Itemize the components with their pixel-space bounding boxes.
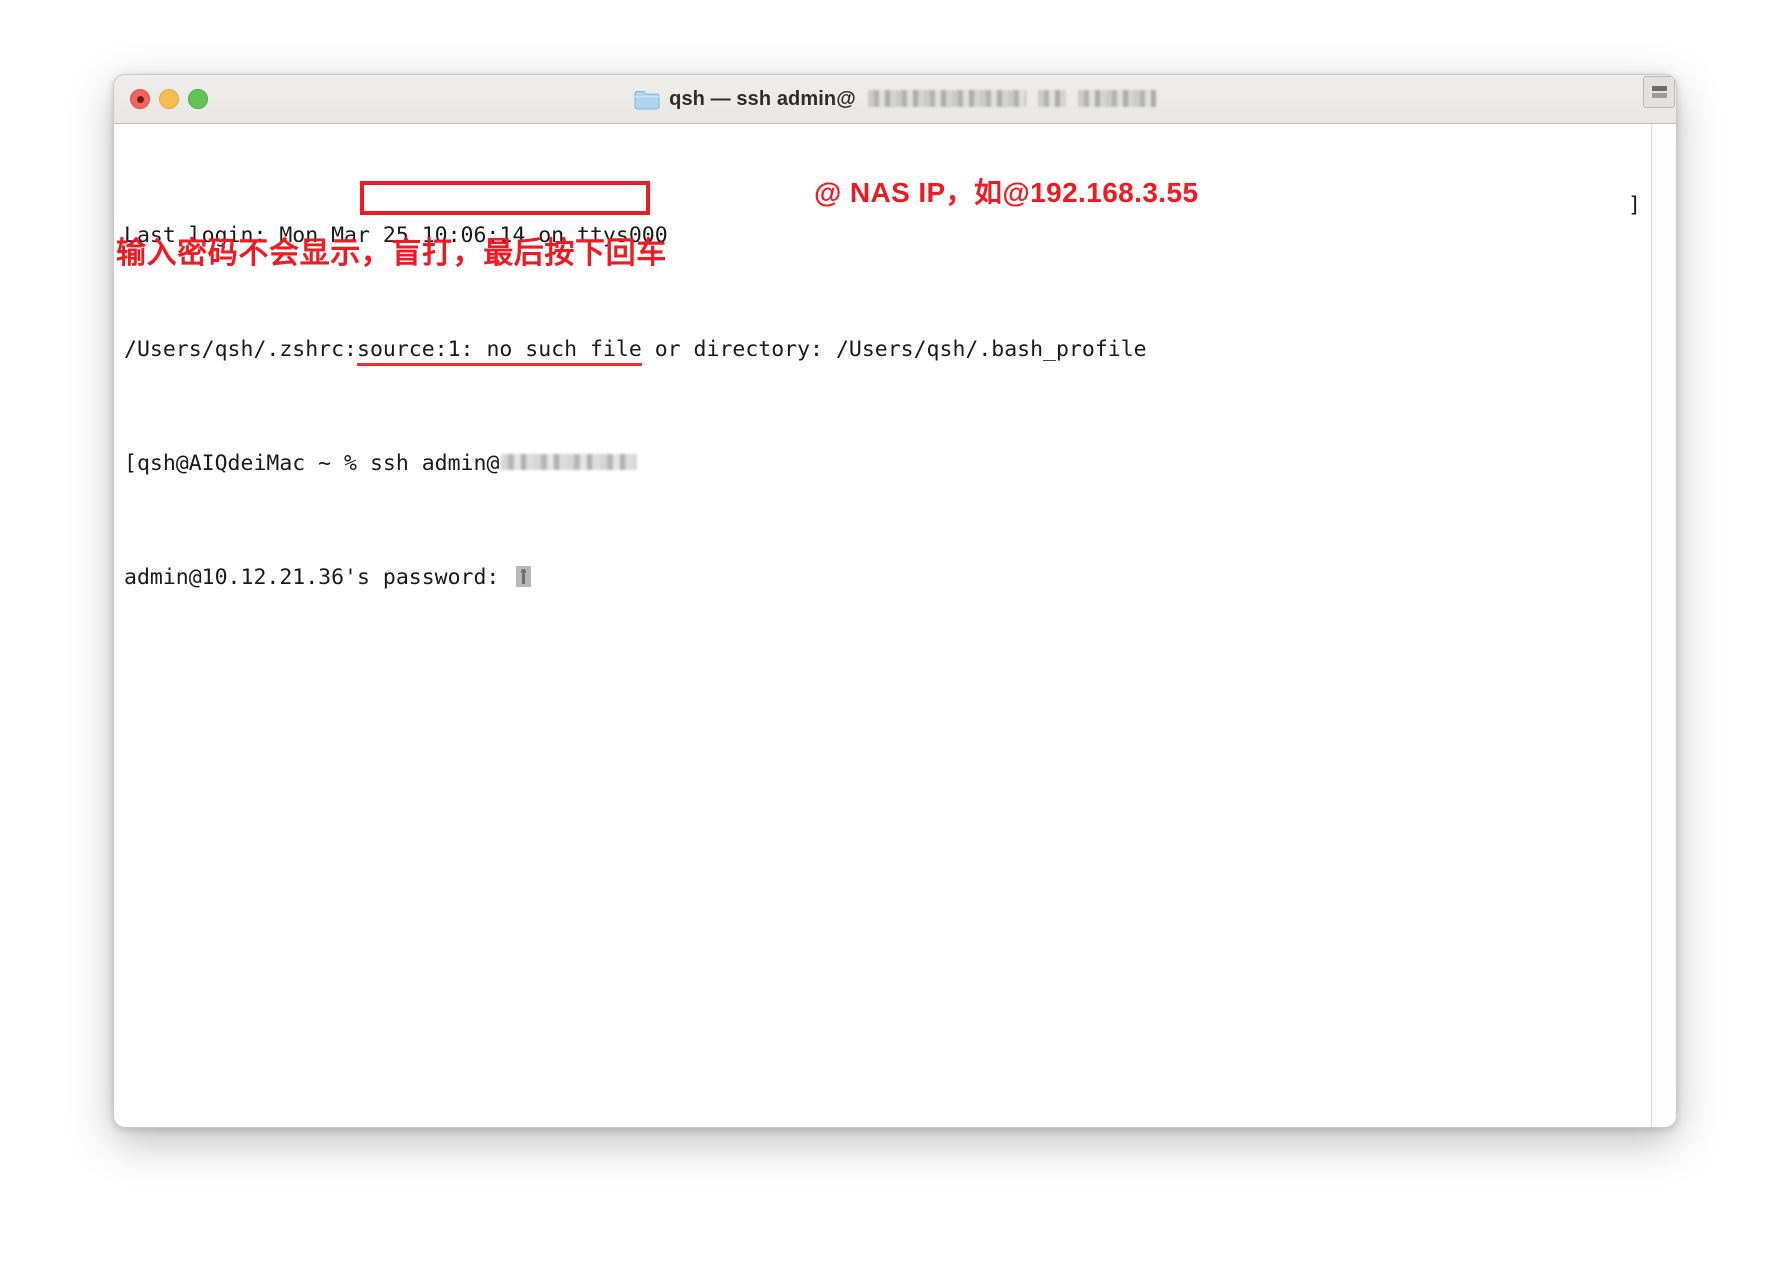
terminal-body[interactable]: Last login: Mon Mar 25 10:06:14 on ttys0… (114, 76, 1676, 1127)
traffic-light-group (130, 75, 208, 123)
ssh-command-highlight-box (360, 181, 650, 215)
screenshot-root: qsh — ssh admin@ Last login: Mon Mar 25 … (0, 0, 1786, 1274)
window-title-group: qsh — ssh admin@ (114, 88, 1676, 111)
annotation-nas-ip: @ NAS IP，如@192.168.3.55 (814, 177, 1199, 208)
window-titlebar[interactable]: qsh — ssh admin@ (114, 75, 1676, 124)
redacted-host-title (867, 89, 1026, 107)
zshrc-error-tail-text: or directory: /Users/qsh/.bash_profile (641, 336, 1147, 362)
split-pane-icon[interactable] (1643, 76, 1675, 108)
terminal-line-password-prompt: admin@10.12.21.36's password: (124, 564, 1651, 593)
close-button[interactable] (130, 89, 150, 109)
terminal-output[interactable]: Last login: Mon Mar 25 10:06:14 on ttys0… (114, 124, 1651, 1127)
terminal-window: qsh — ssh admin@ Last login: Mon Mar 25 … (113, 74, 1677, 1128)
closing-bracket-text: ] (1628, 193, 1641, 218)
password-cursor-icon (516, 565, 532, 587)
terminal-line-zshrc-error: /Users/qsh/.zshrc:source:1: no such file… (124, 336, 1651, 366)
minimize-button[interactable] (159, 89, 179, 109)
zshrc-error-underlined-text: source:1: no such file (357, 336, 642, 366)
folder-icon (634, 90, 660, 109)
maximize-button[interactable] (188, 89, 208, 109)
window-title-text: qsh — ssh admin@ (669, 87, 856, 110)
terminal-line-prompt: [qsh@AIQdeiMac ~ % ssh admin@ (124, 450, 1651, 479)
annotation-password-hint: 输入密码不会显示，盲打，最后按下回车 (116, 237, 667, 270)
shell-prompt-text: [qsh@AIQdeiMac ~ % (124, 450, 370, 476)
password-prompt-text: admin@10.12.21.36's password: (124, 564, 513, 590)
terminal-scrollbar[interactable]: ] (1628, 76, 1676, 1127)
redacted-title-suffix-dash (1037, 89, 1066, 107)
zshrc-path-text: /Users/qsh/.zshrc: (124, 336, 357, 362)
redacted-title-suffix (1077, 89, 1156, 107)
redacted-host-ip (501, 454, 638, 470)
ssh-command-text: ssh admin@ (369, 450, 500, 476)
